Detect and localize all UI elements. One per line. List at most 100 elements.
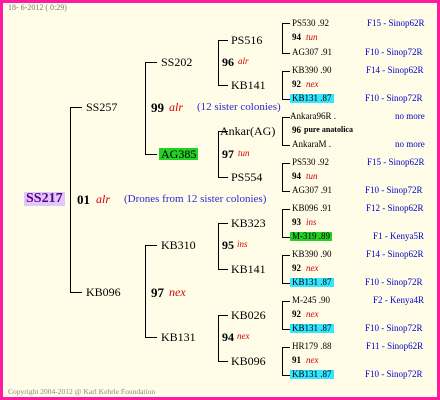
tree-line: [218, 85, 228, 86]
tree-line: [282, 23, 283, 53]
g5-loc: F10 - Sinop72R: [365, 93, 423, 103]
tree-line: [282, 237, 290, 238]
mother-race: alr: [169, 100, 184, 114]
g5-loc: F12 - Sinop62R: [366, 203, 424, 213]
g4-race: tun: [306, 32, 318, 42]
tree-line: [282, 163, 290, 164]
tree-line: [282, 301, 290, 302]
g4-gen: 91: [292, 355, 301, 365]
g5-loc: F14 - Sinop62R: [366, 249, 424, 259]
tree-line: [70, 107, 82, 108]
g5-id[interactable]: KB096 .91: [292, 204, 332, 213]
tree-line: [218, 40, 228, 41]
g3-id[interactable]: KB310: [161, 239, 196, 251]
tree-line: [145, 62, 146, 154]
g5-id[interactable]: PS530 .92: [292, 158, 329, 167]
g5-id[interactable]: KB131 .87: [290, 370, 334, 379]
g5-id[interactable]: KB131 .87: [290, 324, 334, 333]
g4-race: ins: [306, 217, 317, 227]
g5-id[interactable]: HR179 .88: [292, 342, 332, 351]
g3-id[interactable]: KB131: [161, 331, 196, 343]
g4-race: pure anatolica: [304, 125, 353, 134]
tree-line: [282, 347, 290, 348]
tree-line: [145, 245, 157, 246]
g5-loc: F11 - Sinop62R: [366, 341, 424, 351]
g3-race: tun: [238, 148, 250, 158]
g4-id[interactable]: PS516: [231, 34, 262, 46]
g3-race: ins: [237, 239, 248, 249]
g5-id[interactable]: M-245 .90: [292, 296, 330, 305]
g5-id[interactable]: PS530 .92: [292, 19, 329, 28]
g5-loc: F10 - Sinop72R: [365, 323, 423, 333]
tree-line: [70, 292, 82, 293]
mother-note: (12 sister colonies): [197, 101, 281, 113]
tree-line: [282, 53, 290, 54]
g4-gen: 96: [292, 125, 301, 135]
tree-line: [218, 361, 228, 362]
g5-id[interactable]: AG307 .91: [292, 186, 332, 195]
g3-gen: 94: [222, 330, 234, 344]
father-id[interactable]: KB096: [86, 286, 121, 298]
tree-line: [218, 315, 219, 361]
tree-line: [282, 209, 283, 237]
g4-race: nex: [306, 79, 319, 89]
g5-loc: F10 - Sinop72R: [365, 185, 423, 195]
g4-id[interactable]: KB323: [231, 217, 266, 229]
tree-line: [282, 163, 283, 191]
g4-race: nex: [306, 263, 319, 273]
tree-line: [218, 315, 228, 316]
tree-line: [282, 375, 290, 376]
father-race: nex: [169, 285, 186, 299]
tree-line: [218, 223, 228, 224]
g5-id[interactable]: AG307 .91: [292, 48, 332, 57]
tree-line: [282, 255, 283, 283]
g5-id[interactable]: KB131 .87: [290, 278, 334, 287]
tree-line: [282, 23, 290, 24]
tree-line: [282, 191, 290, 192]
g3-id[interactable]: AG385: [159, 148, 199, 160]
g4-gen: 94: [292, 32, 301, 42]
tree-line: [282, 99, 290, 100]
copyright-footer: Copyright 2004-2012 @ Karl Kehrle Founda…: [8, 387, 156, 396]
tree-line: [282, 117, 290, 118]
root-note: (Drones from 12 sister colonies): [124, 193, 267, 205]
g4-id[interactable]: KB141: [231, 79, 266, 91]
tree-line: [282, 145, 290, 146]
g4-gen: 92: [292, 79, 301, 89]
root-gen: 01: [77, 192, 90, 207]
g4-race: tun: [306, 171, 318, 181]
g3-id[interactable]: SS202: [161, 56, 192, 68]
g5-id[interactable]: AnkaraM .: [292, 140, 331, 149]
g5-id[interactable]: KB390 .90: [292, 66, 332, 75]
tree-line: [145, 245, 146, 337]
g4-gen: 94: [292, 171, 301, 181]
g5-id[interactable]: M-319 .89: [290, 232, 332, 241]
g5-loc: no more: [395, 139, 425, 149]
g5-id[interactable]: Ankara96R .: [290, 112, 336, 121]
g5-id[interactable]: KB390 .90: [292, 250, 332, 259]
g3-gen: 95: [222, 238, 234, 252]
tree-line: [70, 107, 71, 292]
g4-id[interactable]: KB026: [231, 309, 266, 321]
g4-id[interactable]: PS554: [231, 171, 262, 183]
tree-line: [218, 131, 219, 177]
g4-id[interactable]: KB096: [231, 355, 266, 367]
father-gen: 97: [151, 285, 164, 300]
root-queen-id[interactable]: SS217: [24, 192, 65, 206]
g3-race: nex: [237, 331, 250, 341]
g5-loc: F10 - Sinop72R: [365, 47, 423, 57]
g5-loc: F14 - Sinop62R: [366, 65, 424, 75]
tree-line: [282, 71, 290, 72]
tree-line: [145, 62, 157, 63]
tree-line: [282, 301, 283, 329]
g4-id[interactable]: KB141: [231, 263, 266, 275]
tree-line: [282, 71, 283, 99]
g3-race: alr: [238, 56, 249, 66]
g4-id[interactable]: Ankar(AG): [220, 125, 275, 137]
g5-loc: F10 - Sinop72R: [365, 369, 423, 379]
g4-race: nex: [306, 355, 319, 365]
g5-id[interactable]: KB131 .87: [290, 94, 334, 103]
tree-line: [282, 255, 290, 256]
mother-id[interactable]: SS257: [86, 101, 117, 113]
tree-line: [282, 283, 290, 284]
